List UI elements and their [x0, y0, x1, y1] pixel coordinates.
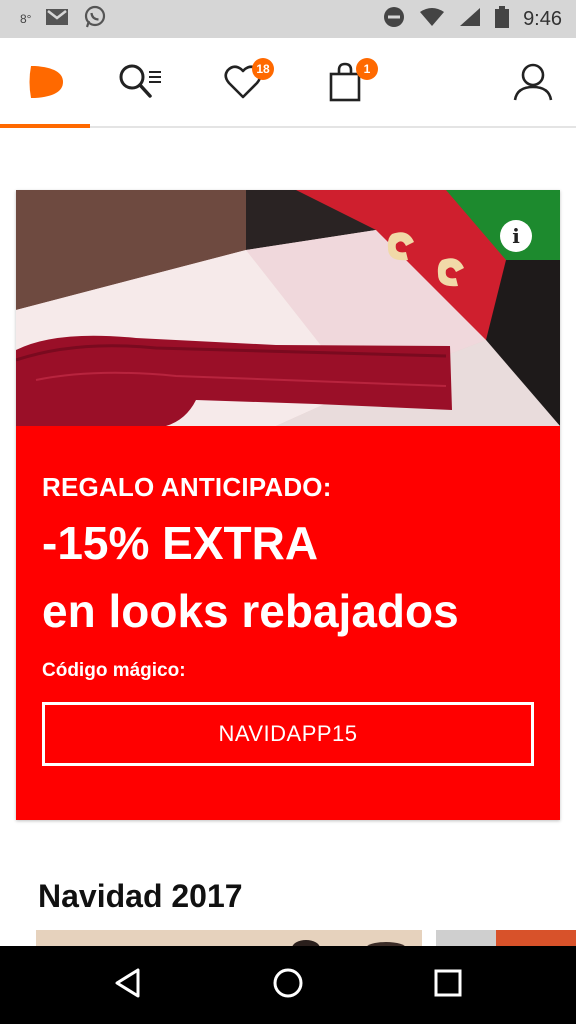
home-logo-button[interactable] — [0, 38, 90, 128]
signal-icon — [459, 7, 481, 32]
promo-image: i — [16, 190, 560, 426]
temperature-indicator: 8° — [20, 12, 32, 26]
shopping-bag-button[interactable]: 1 — [300, 38, 390, 126]
promo-kicker: REGALO ANTICIPADO: — [42, 472, 332, 502]
home-icon — [272, 967, 304, 1004]
nav-recents-button[interactable] — [398, 946, 498, 1024]
wifi-icon — [419, 7, 445, 32]
section-title: Navidad 2017 — [38, 878, 243, 914]
system-nav-bar — [0, 946, 576, 1024]
promo-banner[interactable]: i REGALO ANTICIPADO: -15% EXTRA en looks… — [16, 190, 560, 820]
info-icon: i — [512, 224, 520, 248]
user-icon — [513, 62, 553, 102]
bag-count-badge: 1 — [356, 58, 378, 80]
nav-back-button[interactable] — [78, 946, 178, 1024]
nav-home-button[interactable] — [238, 946, 338, 1024]
battery-icon — [495, 5, 510, 33]
promo-code-box[interactable]: NAVIDAPP15 — [42, 702, 534, 766]
back-icon — [114, 968, 142, 1003]
promo-content: REGALO ANTICIPADO: -15% EXTRA en looks r… — [16, 426, 560, 820]
search-button[interactable] — [96, 38, 186, 126]
search-icon — [117, 62, 165, 102]
promo-headline-line1: -15% EXTRA — [42, 517, 319, 569]
status-bar: 8° 9:46 — [0, 0, 576, 38]
wishlist-button[interactable]: 18 — [198, 38, 288, 126]
promo-headline-line2: en looks rebajados — [42, 585, 459, 637]
zalando-logo-icon — [25, 62, 65, 102]
account-button[interactable] — [488, 38, 576, 126]
do-not-disturb-icon — [383, 6, 405, 33]
active-tab-indicator — [0, 124, 90, 128]
recents-icon — [434, 969, 462, 1002]
wishlist-count-badge: 18 — [252, 58, 274, 80]
app-header: 18 1 — [0, 38, 576, 128]
gmail-icon — [45, 8, 69, 31]
whatsapp-icon — [83, 5, 107, 34]
clock: 9:46 — [523, 7, 562, 30]
promo-code-label: Código mágico: — [42, 660, 186, 681]
info-button[interactable]: i — [500, 220, 532, 252]
